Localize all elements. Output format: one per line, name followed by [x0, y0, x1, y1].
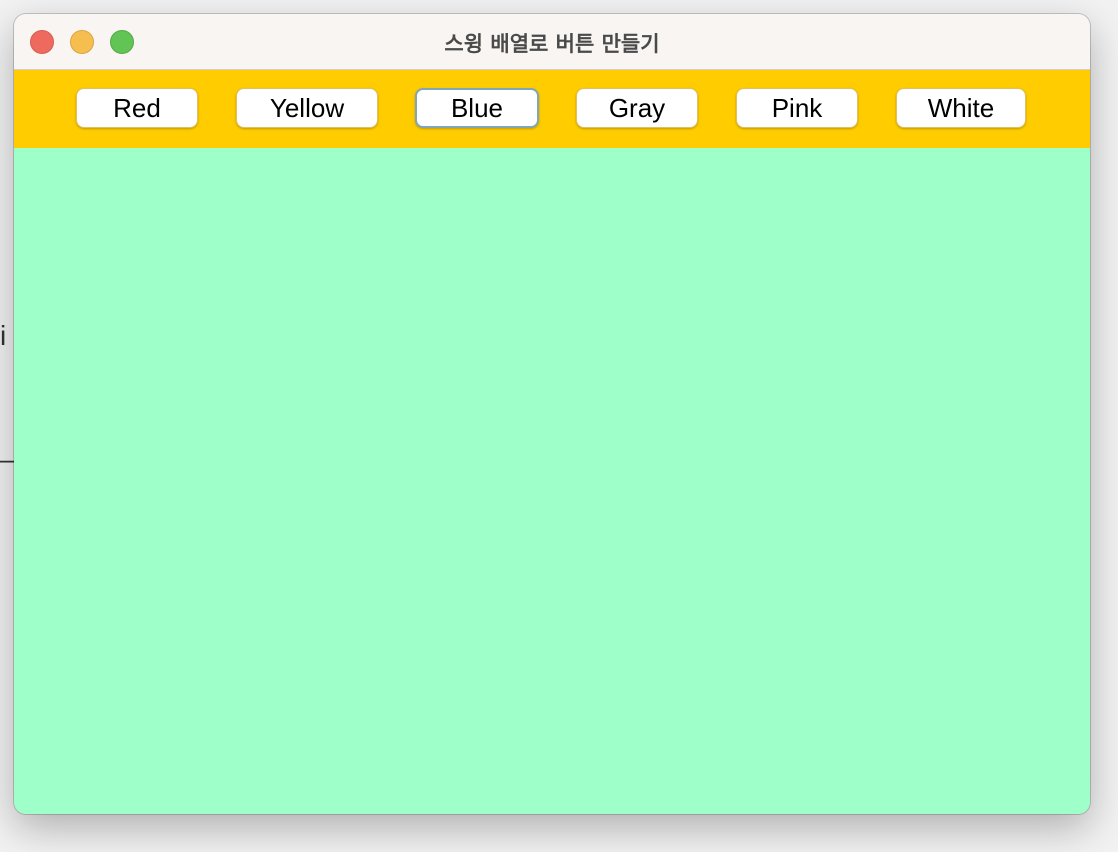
- app-window: 스윙 배열로 버튼 만들기 Red Yellow Blue Gray Pink …: [14, 14, 1090, 814]
- red-button[interactable]: Red: [76, 88, 198, 128]
- pink-button[interactable]: Pink: [736, 88, 858, 128]
- button-panel: Red Yellow Blue Gray Pink White: [14, 70, 1090, 148]
- yellow-button[interactable]: Yellow: [236, 88, 378, 128]
- white-button[interactable]: White: [896, 88, 1026, 128]
- background-text-fragment: i: [0, 320, 7, 351]
- window-title: 스윙 배열로 버튼 만들기: [444, 32, 660, 56]
- content-panel: [14, 148, 1090, 814]
- blue-button[interactable]: Blue: [415, 88, 539, 128]
- gray-button[interactable]: Gray: [576, 88, 698, 128]
- title-bar[interactable]: 스윙 배열로 버튼 만들기: [14, 14, 1090, 70]
